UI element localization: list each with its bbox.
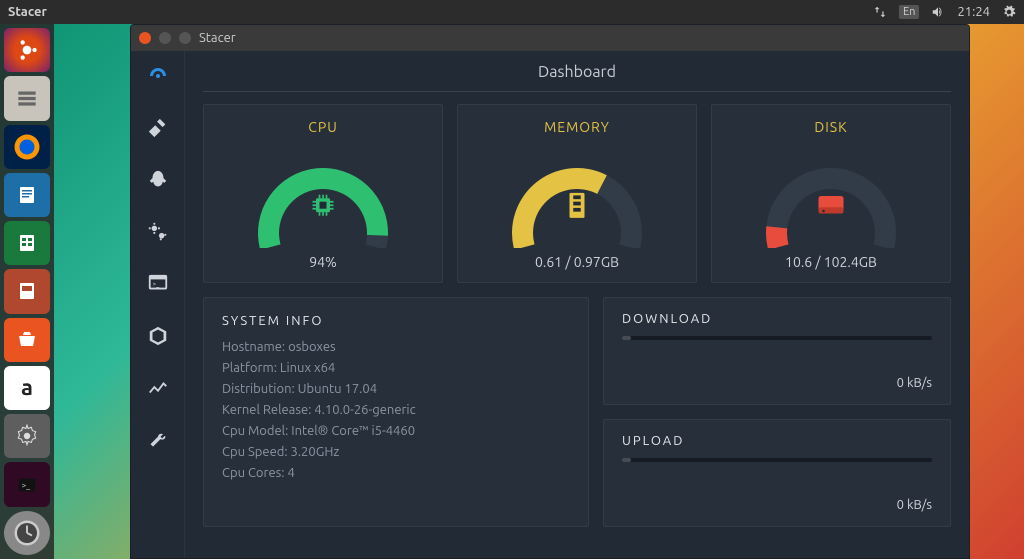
launcher-impress-icon[interactable] bbox=[4, 269, 50, 313]
window-maximize-icon[interactable] bbox=[179, 32, 191, 44]
stacer-window: Stacer >_ Dashboard CPU bbox=[130, 24, 970, 559]
gnome-top-panel: Stacer En 21:24 bbox=[0, 0, 1024, 24]
sidebar-uninstaller-icon[interactable] bbox=[143, 321, 173, 351]
system-info-row: Distribution: Ubuntu 17.04 bbox=[222, 382, 570, 396]
launcher-calc-icon[interactable] bbox=[4, 221, 50, 265]
upload-bar bbox=[622, 458, 932, 462]
window-minimize-icon[interactable] bbox=[159, 32, 171, 44]
launcher-firefox-icon[interactable] bbox=[4, 125, 50, 169]
indicator-area: En 21:24 bbox=[873, 5, 1016, 19]
disk-gauge bbox=[746, 143, 916, 248]
download-bar bbox=[622, 336, 932, 340]
sidebar-processes-icon[interactable]: >_ bbox=[143, 269, 173, 299]
download-title: DOWNLOAD bbox=[622, 312, 932, 326]
window-title: Stacer bbox=[199, 31, 236, 45]
settings-indicator-icon[interactable] bbox=[1002, 5, 1016, 19]
upload-rate: 0 kB/s bbox=[622, 498, 932, 512]
upload-card: UPLOAD 0 kB/s bbox=[603, 419, 951, 527]
launcher-stacer-icon[interactable] bbox=[4, 511, 50, 555]
network-indicator-icon[interactable] bbox=[873, 5, 887, 19]
svg-text:>_: >_ bbox=[22, 479, 32, 489]
launcher-amazon-icon[interactable]: a bbox=[4, 366, 50, 410]
network-column: DOWNLOAD 0 kB/s UPLOAD 0 kB/s bbox=[603, 297, 951, 527]
sidebar-settings-icon[interactable] bbox=[143, 425, 173, 455]
system-info-row: Cpu Model: Intel® Core™ i5-4460 bbox=[222, 424, 570, 438]
launcher-dash-icon[interactable] bbox=[4, 28, 50, 72]
system-info-row: Kernel Release: 4.10.0-26-generic bbox=[222, 403, 570, 417]
system-info-row: Platform: Linux x64 bbox=[222, 361, 570, 375]
unity-launcher: a >_ bbox=[0, 24, 54, 559]
active-app-title: Stacer bbox=[8, 5, 873, 19]
sidebar-services-icon[interactable] bbox=[143, 217, 173, 247]
clock-indicator[interactable]: 21:24 bbox=[957, 5, 990, 19]
stacer-sidebar: >_ bbox=[131, 51, 185, 558]
memory-gauge-card: MEMORY 0.61 / 0.97GB bbox=[457, 104, 697, 283]
upload-title: UPLOAD bbox=[622, 434, 932, 448]
stacer-main: Dashboard CPU 94% MEMORY bbox=[185, 51, 969, 558]
system-info-card: SYSTEM INFO Hostname: osboxes Platform: L… bbox=[203, 297, 589, 527]
disk-hdd-icon bbox=[816, 193, 846, 221]
disk-gauge-value: 10.6 / 102.4GB bbox=[785, 254, 877, 270]
page-title: Dashboard bbox=[203, 63, 951, 92]
sidebar-dashboard-icon[interactable] bbox=[143, 61, 173, 91]
volume-indicator-icon[interactable] bbox=[931, 5, 945, 19]
download-rate: 0 kB/s bbox=[622, 376, 932, 390]
sidebar-startup-icon[interactable] bbox=[143, 165, 173, 195]
launcher-writer-icon[interactable] bbox=[4, 173, 50, 217]
cpu-gauge-card: CPU 94% bbox=[203, 104, 443, 283]
system-info-title: SYSTEM INFO bbox=[222, 314, 570, 328]
lower-row: SYSTEM INFO Hostname: osboxes Platform: L… bbox=[203, 297, 951, 527]
disk-gauge-label: DISK bbox=[814, 119, 847, 135]
cpu-gauge-value: 94% bbox=[309, 254, 337, 270]
launcher-settings-icon[interactable] bbox=[4, 414, 50, 458]
window-titlebar[interactable]: Stacer bbox=[131, 25, 969, 51]
sidebar-cleaner-icon[interactable] bbox=[143, 113, 173, 143]
system-info-row: Cpu Speed: 3.20GHz bbox=[222, 445, 570, 459]
cpu-gauge bbox=[238, 143, 408, 248]
memory-gauge-value: 0.61 / 0.97GB bbox=[535, 254, 619, 270]
gauge-row: CPU 94% MEMORY bbox=[203, 104, 951, 283]
system-info-row: Hostname: osboxes bbox=[222, 340, 570, 354]
launcher-files-icon[interactable] bbox=[4, 76, 50, 120]
launcher-software-icon[interactable] bbox=[4, 318, 50, 362]
memory-gauge bbox=[492, 143, 662, 248]
memory-ram-icon bbox=[566, 190, 588, 224]
launcher-terminal-icon[interactable]: >_ bbox=[4, 462, 50, 506]
window-close-icon[interactable] bbox=[139, 32, 151, 44]
svg-text:>_: >_ bbox=[152, 281, 160, 288]
system-info-row: Cpu Cores: 4 bbox=[222, 466, 570, 480]
sidebar-resources-icon[interactable] bbox=[143, 373, 173, 403]
cpu-gauge-label: CPU bbox=[308, 119, 338, 135]
keyboard-layout-indicator[interactable]: En bbox=[899, 5, 919, 19]
download-card: DOWNLOAD 0 kB/s bbox=[603, 297, 951, 405]
disk-gauge-card: DISK 10.6 / 102.4GB bbox=[711, 104, 951, 283]
memory-gauge-label: MEMORY bbox=[544, 119, 610, 135]
cpu-chip-icon bbox=[309, 191, 337, 223]
